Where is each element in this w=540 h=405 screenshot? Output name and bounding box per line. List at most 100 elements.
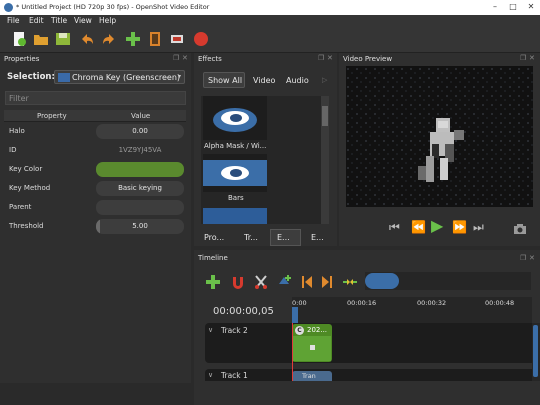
property-value: 1VZ9YJ45VA <box>118 146 162 154</box>
minimize-icon[interactable]: – <box>490 2 500 12</box>
chevron-down-icon[interactable]: ∨ <box>208 371 213 379</box>
close-panel-icon[interactable]: ✕ <box>327 54 333 62</box>
redo-icon[interactable] <box>101 31 117 47</box>
property-value[interactable]: Basic keying <box>96 181 184 196</box>
tab-project-files[interactable]: Pro... <box>204 233 224 242</box>
ruler-tick-label: 0:00 <box>292 299 307 307</box>
timeline-panel: Timeline ❐ ✕ 00:00:00,05 0:00 00:00:16 0… <box>194 250 540 405</box>
effect-name[interactable]: Alpha Mask / Wi... <box>204 142 266 150</box>
selection-dropdown[interactable]: Chroma Key (Greenscreen) ▾ <box>54 70 185 84</box>
clip-thumbnail-figure <box>310 345 315 350</box>
openshot-logo-icon <box>4 3 13 12</box>
property-row-id[interactable]: ID 1VZ9YJ45VA <box>4 141 186 160</box>
save-project-icon[interactable] <box>55 31 71 47</box>
chevron-down-icon[interactable]: ∨ <box>208 326 213 334</box>
property-name: Halo <box>9 127 25 135</box>
float-panel-icon[interactable]: ❐ <box>318 54 324 62</box>
next-marker-icon[interactable] <box>321 274 333 290</box>
effect-name[interactable]: Bars <box>228 194 244 202</box>
effect-thumbnail[interactable] <box>203 96 267 140</box>
track-header[interactable]: ∨ Track 2 <box>205 323 291 363</box>
play-icon[interactable]: ▶ <box>431 216 443 235</box>
clip-name: 202... <box>307 326 328 334</box>
close-panel-icon[interactable]: ✕ <box>529 54 535 62</box>
tab-show-all[interactable]: Show All <box>203 72 245 88</box>
import-files-icon[interactable] <box>125 31 141 47</box>
property-row-key-method[interactable]: Key Method Basic keying <box>4 179 186 198</box>
scrollbar-thumb[interactable] <box>533 325 538 377</box>
track-name: Track 1 <box>221 371 248 380</box>
column-value: Value <box>131 112 151 120</box>
menu-title[interactable]: Title <box>51 16 67 25</box>
center-playhead-icon[interactable] <box>342 276 358 288</box>
float-panel-icon[interactable]: ❐ <box>520 54 526 62</box>
close-panel-icon[interactable]: ✕ <box>529 254 535 262</box>
selection-value: Chroma Key (Greenscreen) <box>72 73 181 82</box>
menu-file[interactable]: File <box>7 16 20 25</box>
fullscreen-icon[interactable] <box>169 31 185 47</box>
effects-panel: Effects ❐ ✕ Show All Video Audio ▷ Alpha… <box>194 53 337 246</box>
close-icon[interactable]: ✕ <box>526 2 536 12</box>
property-value[interactable]: 5.00 <box>96 219 184 234</box>
maximize-icon[interactable]: □ <box>508 2 518 12</box>
profile-icon[interactable] <box>147 31 163 47</box>
timecode-display: 00:00:00,05 <box>201 297 291 323</box>
track-lane[interactable]: Tran <box>291 369 532 381</box>
tab-transitions[interactable]: Tr... <box>244 233 258 242</box>
property-value[interactable]: 0.00 <box>96 124 184 139</box>
previous-marker-icon[interactable] <box>301 274 313 290</box>
menu-edit[interactable]: Edit <box>29 16 44 25</box>
properties-header: Property Value <box>4 110 186 122</box>
effect-thumbnail[interactable] <box>203 154 267 192</box>
razor-icon[interactable] <box>253 274 269 290</box>
timeline-scrollbar[interactable] <box>532 323 540 381</box>
tab-scroll-icon[interactable]: ▷ <box>322 76 327 84</box>
camera-icon[interactable] <box>513 223 527 235</box>
transition-clip[interactable]: Tran <box>292 371 332 381</box>
property-name: Threshold <box>9 222 44 230</box>
track-lane[interactable]: C 202... <box>291 323 532 363</box>
add-marker-icon[interactable] <box>276 274 292 290</box>
add-track-icon[interactable] <box>205 274 221 290</box>
tab-emojis[interactable]: E... <box>311 233 324 242</box>
timeline-ruler[interactable]: 0:00 00:00:16 00:00:32 00:00:48 <box>292 297 532 323</box>
rewind-icon[interactable]: ⏪ <box>411 220 426 234</box>
selection-label: Selection: <box>7 72 55 82</box>
filter-input[interactable]: Filter <box>5 91 186 105</box>
tab-effects-active[interactable]: E... <box>270 229 301 246</box>
float-panel-icon[interactable]: ❐ <box>173 54 179 62</box>
new-project-icon[interactable] <box>11 31 27 47</box>
fast-forward-icon[interactable]: ⏩ <box>452 220 467 234</box>
zoom-slider[interactable] <box>365 272 531 290</box>
export-video-icon[interactable] <box>193 31 209 47</box>
ruler-tick-label: 00:00:32 <box>417 299 447 307</box>
tab-video[interactable]: Video <box>253 76 275 85</box>
effects-scrollbar[interactable] <box>321 96 329 224</box>
jump-end-icon[interactable]: ⏭ <box>473 220 484 235</box>
property-row-key-color[interactable]: Key Color <box>4 160 186 179</box>
effect-thumbnail[interactable] <box>203 208 267 224</box>
property-row-halo[interactable]: Halo 0.00 <box>4 122 186 141</box>
key-color-swatch[interactable] <box>96 162 184 177</box>
tab-audio[interactable]: Audio <box>286 76 309 85</box>
menu-view[interactable]: View <box>74 16 92 25</box>
property-row-threshold[interactable]: Threshold 5.00 <box>4 217 186 236</box>
snapping-icon[interactable] <box>230 274 246 290</box>
property-name: Key Method <box>9 184 51 192</box>
close-panel-icon[interactable]: ✕ <box>182 54 188 62</box>
scrollbar-thumb[interactable] <box>322 106 328 126</box>
clip-effect-badge[interactable]: C <box>295 326 304 335</box>
timeline-clip[interactable]: C 202... <box>292 324 332 362</box>
property-value[interactable] <box>96 200 184 215</box>
video-canvas[interactable] <box>346 66 533 207</box>
open-project-icon[interactable] <box>33 31 49 47</box>
jump-start-icon[interactable]: ⏮ <box>389 220 400 235</box>
property-row-parent[interactable]: Parent <box>4 198 186 217</box>
menu-help[interactable]: Help <box>99 16 116 25</box>
float-panel-icon[interactable]: ❐ <box>520 254 526 262</box>
zoom-slider-handle[interactable] <box>365 273 399 289</box>
playhead-marker[interactable] <box>292 307 298 323</box>
property-name: Parent <box>9 203 32 211</box>
undo-icon[interactable] <box>79 31 95 47</box>
track-header[interactable]: ∨ Track 1 <box>205 369 291 381</box>
